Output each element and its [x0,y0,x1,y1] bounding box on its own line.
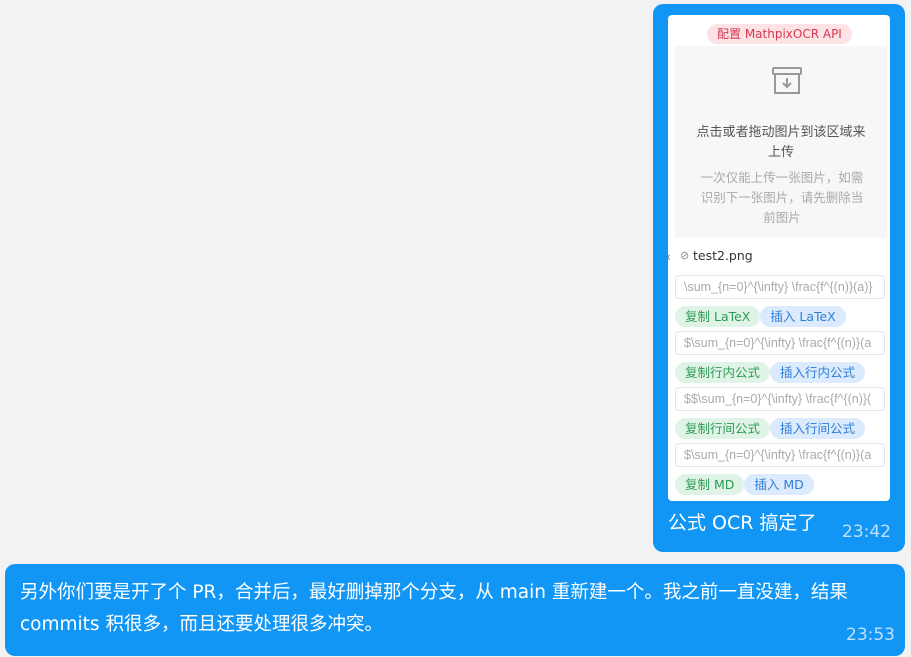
copy-md-button[interactable]: 复制 MD [675,474,745,495]
uploaded-file: ‹ ⊘ test2.png [668,247,890,265]
file-name[interactable]: test2.png [693,247,753,265]
message-text: 另外你们要是开了个 PR，合并后，最好删掉那个分支，从 main 重新建一个。我… [20,582,848,635]
chevron-left-icon[interactable]: ‹ [668,248,671,266]
latex-actions: 复制 LaTeX 插入 LaTeX [675,306,846,327]
paperclip-icon: ⊘ [680,249,690,262]
insert-latex-button[interactable]: 插入 LaTeX [760,306,846,327]
message-bubble-text: 另外你们要是开了个 PR，合并后，最好删掉那个分支，从 main 重新建一个。我… [5,564,905,656]
message-time: 23:53 [846,625,895,645]
inline-formula-field[interactable]: $\sum_{n=0}^{\infty} \frac{f^{(n)}(a [675,331,885,355]
insert-md-button[interactable]: 插入 MD [744,474,814,495]
config-mathpix-button[interactable]: 配置 MathpixOCR API [707,24,852,44]
ocr-card: 配置 MathpixOCR API 点击或者拖动图片到该区域来上传 一次仅能上传… [668,15,890,501]
inline-actions: 复制行内公式 插入行内公式 [675,362,866,383]
display-actions: 复制行间公式 插入行间公式 [675,418,866,439]
upload-dropzone[interactable]: 点击或者拖动图片到该区域来上传 一次仅能上传一张图片，如需识别下一张图片，请先删… [675,46,887,238]
markdown-output-field[interactable]: $\sum_{n=0}^{\infty} \frac{f^{(n)}(a [675,443,885,467]
download-box-icon [772,67,802,94]
upload-hint: 一次仅能上传一张图片，如需识别下一张图片，请先删除当前图片 [700,170,864,225]
message-caption: 公式 OCR 搞定了 [668,512,817,534]
message-time: 23:42 [842,522,891,542]
message-bubble-ocr: 配置 MathpixOCR API 点击或者拖动图片到该区域来上传 一次仅能上传… [653,4,905,552]
insert-display-button[interactable]: 插入行间公式 [770,418,866,439]
latex-output-field[interactable]: \sum_{n=0}^{\infty} \frac{f^{(n)}(a)} [675,275,885,299]
chat-area: 配置 MathpixOCR API 点击或者拖动图片到该区域来上传 一次仅能上传… [0,0,911,657]
copy-inline-button[interactable]: 复制行内公式 [675,362,771,383]
copy-display-button[interactable]: 复制行间公式 [675,418,771,439]
copy-latex-button[interactable]: 复制 LaTeX [675,306,761,327]
display-formula-field[interactable]: $$\sum_{n=0}^{\infty} \frac{f^{(n)}( [675,387,885,411]
markdown-actions: 复制 MD 插入 MD [675,474,814,495]
upload-title: 点击或者拖动图片到该区域来上传 [696,125,866,160]
insert-inline-button[interactable]: 插入行内公式 [770,362,866,383]
